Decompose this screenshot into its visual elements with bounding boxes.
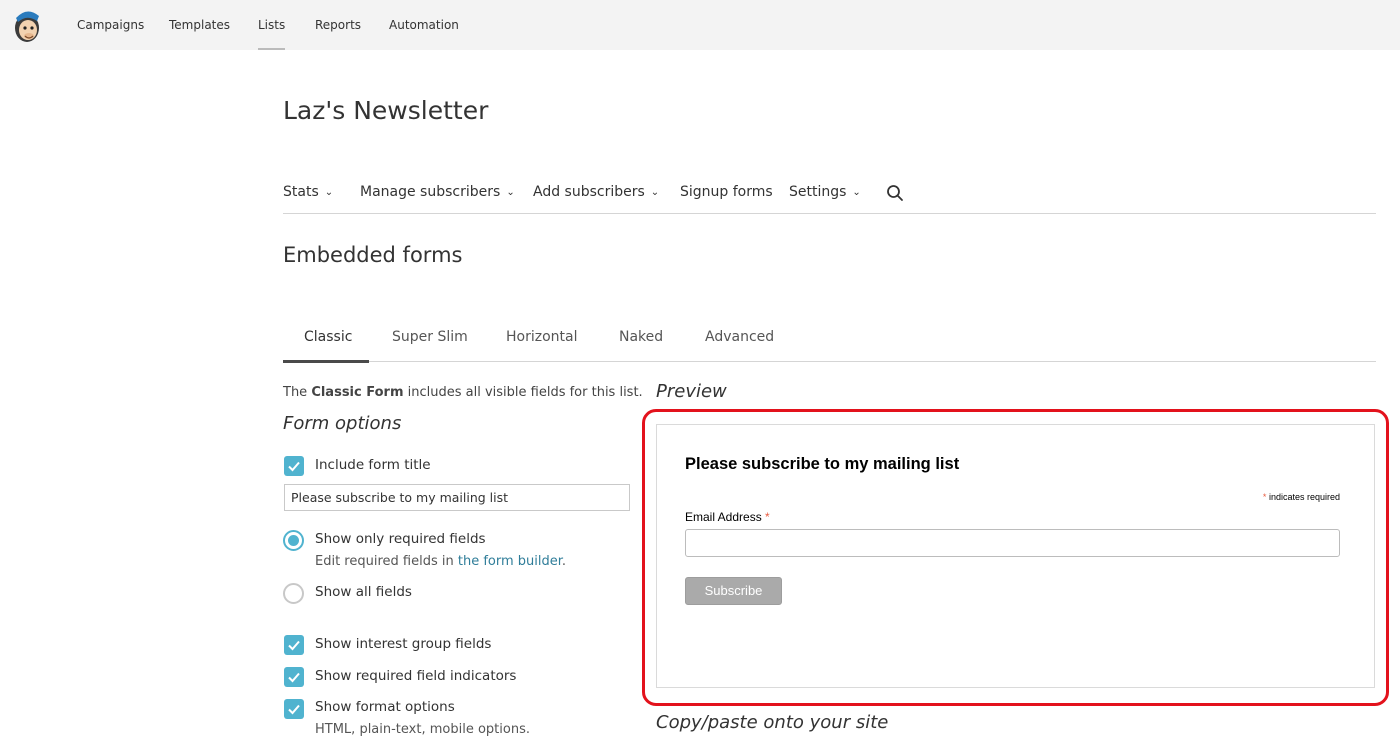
subnav-stats-label: Stats (283, 184, 319, 200)
intro-suffix: includes all visible fields for this lis… (403, 385, 643, 400)
show-all-label: Show all fields (315, 584, 412, 600)
interest-group-label: Show interest group fields (315, 636, 492, 652)
preview-highlight-annotation (642, 409, 1389, 706)
required-indicators-checkbox[interactable] (284, 667, 304, 687)
subnav-signup-forms[interactable]: Signup forms (680, 184, 773, 200)
subnav-manage-label: Manage subscribers (360, 184, 501, 200)
checkmark-icon (288, 461, 300, 472)
chevron-down-icon: ⌄ (852, 187, 861, 198)
topnav-campaigns[interactable]: Campaigns (77, 0, 144, 50)
required-indicators-label: Show required field indicators (315, 668, 517, 684)
list-title: Laz's Newsletter (283, 96, 489, 125)
search-icon[interactable] (886, 184, 904, 202)
subnav-manage-subscribers[interactable]: Manage subscribers ⌄ (360, 184, 515, 200)
form-title-input[interactable] (284, 484, 630, 511)
subnav-settings-label: Settings (789, 184, 847, 200)
help-suffix: . (561, 554, 567, 569)
format-options-help: HTML, plain-text, mobile options. (315, 722, 530, 737)
chevron-down-icon: ⌄ (650, 187, 660, 198)
form-options-heading: Form options (283, 413, 402, 434)
tab-advanced[interactable]: Advanced (705, 329, 774, 345)
subnav-settings[interactable]: Settings ⌄ (789, 184, 861, 200)
subnav-add-label: Add subscribers (533, 184, 645, 200)
chevron-down-icon: ⌄ (324, 187, 334, 198)
intro-prefix: The (283, 385, 312, 400)
mailchimp-logo-icon[interactable] (12, 6, 42, 44)
topnav-lists[interactable]: Lists (258, 0, 286, 50)
help-prefix: Edit required fields in (315, 554, 458, 569)
top-navigation-bar: Campaigns Templates Lists Reports Automa… (0, 0, 1400, 50)
subnav-stats[interactable]: Stats ⌄ (283, 184, 333, 200)
show-required-help: Edit required fields in the form builder… (315, 554, 566, 569)
copy-paste-heading: Copy/paste onto your site (656, 712, 889, 733)
show-all-radio[interactable] (283, 583, 304, 604)
subnav-add-subscribers[interactable]: Add subscribers ⌄ (533, 184, 659, 200)
form-builder-link[interactable]: the form builder (458, 554, 562, 569)
show-required-radio[interactable] (283, 530, 304, 551)
active-tab-indicator (283, 360, 369, 363)
chevron-down-icon: ⌄ (506, 187, 515, 198)
form-intro-text: The Classic Form includes all visible fi… (283, 385, 643, 400)
tab-super-slim[interactable]: Super Slim (392, 329, 468, 345)
topnav-reports[interactable]: Reports (315, 0, 361, 50)
format-options-checkbox[interactable] (284, 699, 304, 719)
list-subnav: Stats ⌄ Manage subscribers ⌄ Add subscribe… (283, 176, 1376, 214)
tab-naked[interactable]: Naked (619, 329, 663, 345)
format-options-label: Show format options (315, 699, 455, 715)
include-title-checkbox[interactable] (284, 456, 304, 476)
checkmark-icon (288, 640, 300, 651)
tab-horizontal[interactable]: Horizontal (506, 329, 577, 345)
topnav-templates[interactable]: Templates (169, 0, 230, 50)
checkmark-icon (288, 672, 300, 683)
topnav-automation[interactable]: Automation (389, 0, 459, 50)
checkmark-icon (288, 704, 300, 715)
interest-group-checkbox[interactable] (284, 635, 304, 655)
intro-bold: Classic Form (311, 385, 404, 400)
form-type-tabs: Classic Super Slim Horizontal Naked Adva… (283, 321, 1376, 363)
show-required-label: Show only required fields (315, 531, 486, 547)
section-title: Embedded forms (283, 243, 463, 267)
preview-heading: Preview (656, 381, 727, 402)
tab-classic[interactable]: Classic (304, 329, 352, 345)
include-title-label: Include form title (315, 457, 431, 473)
